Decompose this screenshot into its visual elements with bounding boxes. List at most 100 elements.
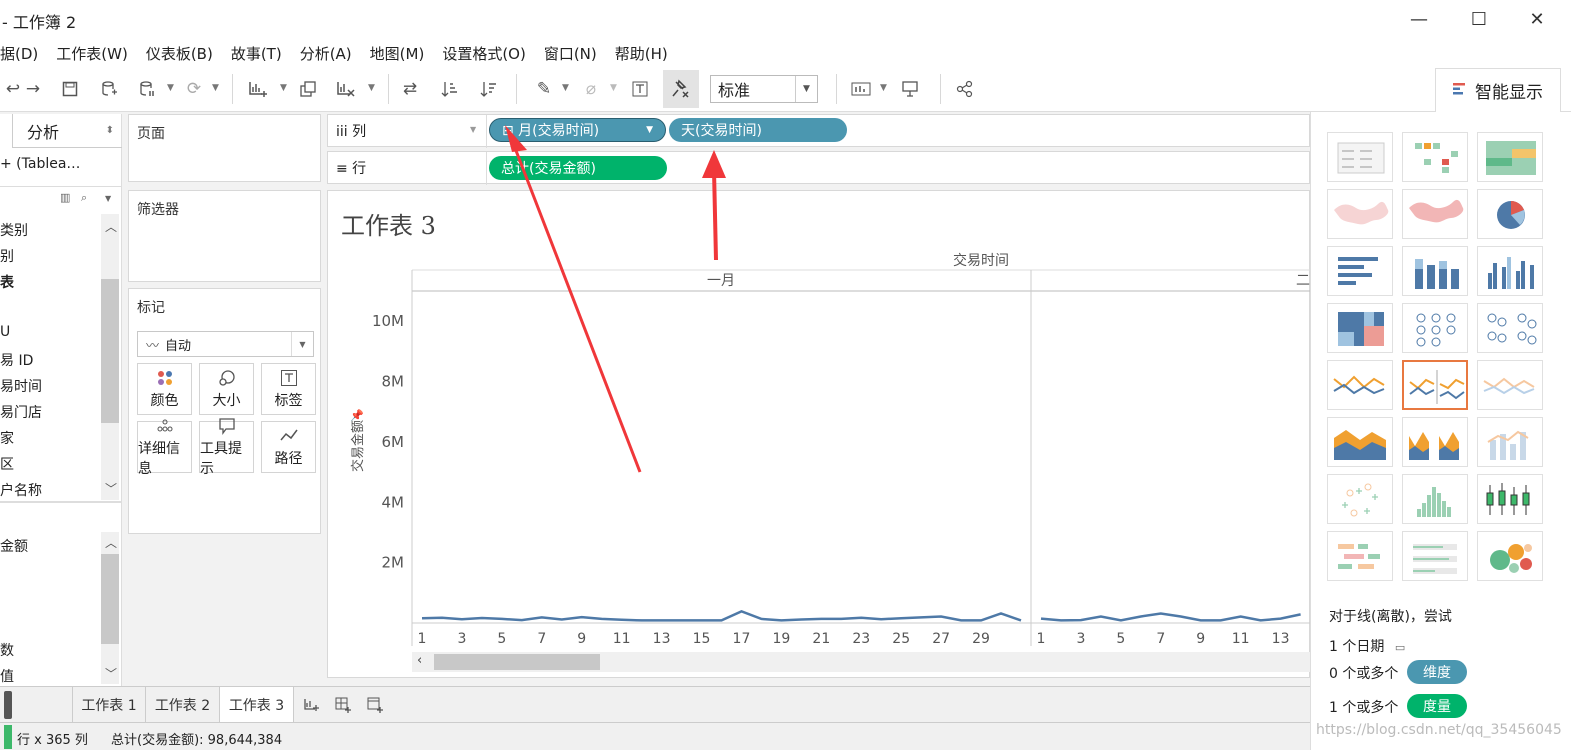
data-source-name[interactable]: + (Tablea… bbox=[0, 156, 80, 172]
column-pill-month[interactable]: ⊟ 月(交易时间) ▼ bbox=[489, 118, 666, 142]
view-list-icon[interactable]: ▥ bbox=[60, 191, 70, 204]
minimize-button[interactable]: — bbox=[1395, 5, 1443, 33]
chevron-down-icon[interactable]: ▼ bbox=[795, 76, 817, 102]
close-button[interactable]: ✕ bbox=[1513, 5, 1561, 33]
tab-worksheet-3[interactable]: 工作表 3 bbox=[220, 687, 294, 723]
show-cards-icon[interactable] bbox=[848, 76, 874, 102]
swap-rows-columns-icon[interactable]: ⇄ bbox=[397, 76, 423, 102]
dimension-field[interactable]: 区 bbox=[0, 454, 14, 474]
redo-icon[interactable]: → bbox=[20, 76, 46, 102]
highlight-icon[interactable]: ✎ bbox=[531, 76, 557, 102]
treemap-thumb[interactable] bbox=[1327, 303, 1393, 353]
dual-line-thumb[interactable] bbox=[1477, 360, 1543, 410]
show-mark-labels-icon[interactable] bbox=[627, 76, 653, 102]
dimension-field[interactable]: 易时间 bbox=[0, 376, 42, 396]
measure-field[interactable]: 数 bbox=[0, 640, 14, 660]
horizontal-bar-thumb[interactable] bbox=[1327, 246, 1393, 296]
chevron-down-icon[interactable]: ▼ bbox=[646, 125, 653, 135]
share-icon[interactable] bbox=[952, 76, 978, 102]
dimension-field[interactable]: 别 bbox=[0, 246, 14, 266]
chevron-up-icon[interactable]: ︿ bbox=[105, 534, 117, 551]
chevron-down-icon[interactable]: ▼ bbox=[105, 194, 111, 203]
path-mark-button[interactable]: 路径 bbox=[261, 421, 316, 473]
color-mark-button[interactable]: 颜色 bbox=[137, 363, 192, 415]
chevron-up-icon[interactable]: ︿ bbox=[105, 218, 117, 235]
chevron-down-icon[interactable]: ▼ bbox=[470, 125, 476, 134]
tab-worksheet-2[interactable]: 工作表 2 bbox=[146, 687, 220, 723]
chevron-down-icon[interactable]: ▼ bbox=[167, 83, 174, 93]
circle-view-thumb[interactable] bbox=[1402, 303, 1468, 353]
refresh-icon[interactable]: ⟳ bbox=[181, 76, 207, 102]
packed-bubbles-thumb[interactable] bbox=[1477, 531, 1543, 581]
presentation-mode-icon[interactable] bbox=[897, 76, 923, 102]
new-data-source-icon[interactable] bbox=[96, 76, 122, 102]
menu-map[interactable]: 地图(M) bbox=[370, 43, 425, 64]
data-source-tab-icon[interactable] bbox=[4, 691, 12, 719]
dimension-field[interactable]: 表 bbox=[0, 272, 14, 292]
rows-shelf[interactable]: ≡ 行 总计(交易金额) bbox=[327, 151, 1310, 185]
menu-dashboard[interactable]: 仪表板(B) bbox=[146, 43, 213, 64]
text-table-thumb[interactable] bbox=[1327, 132, 1393, 182]
chevron-down-icon[interactable]: ﹀ bbox=[105, 480, 117, 497]
tab-worksheet-1[interactable]: 工作表 1 bbox=[72, 687, 146, 723]
menu-help[interactable]: 帮助(H) bbox=[615, 43, 668, 64]
column-pill-day[interactable]: 天(交易时间) bbox=[669, 118, 847, 142]
measure-field[interactable]: 值 bbox=[0, 666, 14, 686]
detail-mark-button[interactable]: 详细信息 bbox=[137, 419, 192, 477]
new-story-tab-icon[interactable] bbox=[360, 687, 390, 723]
new-worksheet-icon[interactable] bbox=[245, 76, 271, 102]
area-continuous-thumb[interactable] bbox=[1327, 417, 1393, 467]
clear-sheet-icon[interactable] bbox=[333, 76, 359, 102]
dual-combination-thumb[interactable] bbox=[1477, 417, 1543, 467]
search-icon[interactable]: ⌕ bbox=[81, 191, 87, 205]
dimensions-scroll-thumb[interactable] bbox=[101, 279, 119, 423]
maximize-button[interactable]: ☐ bbox=[1455, 5, 1503, 33]
chevron-down-icon[interactable]: ▼ bbox=[212, 83, 219, 93]
line-continuous-thumb[interactable] bbox=[1327, 360, 1393, 410]
stacked-bar-thumb[interactable] bbox=[1402, 246, 1468, 296]
area-discrete-thumb[interactable] bbox=[1402, 417, 1468, 467]
gantt-chart-thumb[interactable] bbox=[1327, 531, 1393, 581]
menu-window[interactable]: 窗口(N) bbox=[544, 43, 597, 64]
mark-type-select[interactable]: 〰 自动 ▼ bbox=[137, 331, 314, 357]
dimension-field[interactable]: 类别 bbox=[0, 220, 28, 240]
duplicate-icon[interactable] bbox=[295, 76, 321, 102]
scatter-plot-thumb[interactable] bbox=[1327, 474, 1393, 524]
sort-descending-icon[interactable] bbox=[476, 76, 502, 102]
dimension-field[interactable]: 家 bbox=[0, 428, 14, 448]
menu-worksheet[interactable]: 工作表(W) bbox=[56, 43, 128, 64]
pages-card[interactable]: 页面 bbox=[128, 114, 321, 182]
measure-field[interactable]: 金额 bbox=[0, 536, 28, 556]
chevron-down-icon[interactable]: ▼ bbox=[610, 83, 617, 93]
dimension-field[interactable]: 易门店 bbox=[0, 402, 42, 422]
row-pill-sum-amount[interactable]: 总计(交易金额) bbox=[489, 156, 667, 180]
dimension-field[interactable]: 户名称 bbox=[0, 480, 42, 500]
label-mark-button[interactable]: 标签 bbox=[261, 363, 316, 415]
new-dashboard-tab-icon[interactable] bbox=[328, 687, 358, 723]
tooltip-mark-button[interactable]: 工具提示 bbox=[199, 417, 254, 477]
bullet-graph-thumb[interactable] bbox=[1402, 531, 1468, 581]
fix-axes-icon[interactable] bbox=[663, 70, 699, 108]
menu-story[interactable]: 故事(T) bbox=[231, 43, 282, 64]
chevron-down-icon[interactable]: ▼ bbox=[280, 83, 287, 93]
chevron-left-icon[interactable]: ‹ bbox=[417, 653, 422, 668]
histogram-thumb[interactable] bbox=[1402, 474, 1468, 524]
pause-updates-icon[interactable] bbox=[134, 76, 160, 102]
dimension-field[interactable]: 易 ID bbox=[0, 350, 33, 370]
filters-card[interactable]: 筛选器 bbox=[128, 190, 321, 282]
horizontal-scroll-thumb[interactable] bbox=[434, 654, 600, 670]
chevron-down-icon[interactable]: ﹀ bbox=[105, 665, 117, 682]
heat-map-thumb[interactable] bbox=[1402, 132, 1468, 182]
group-members-icon[interactable]: ⌀ bbox=[578, 76, 604, 102]
line-discrete-thumb[interactable] bbox=[1402, 360, 1468, 410]
highlight-table-thumb[interactable] bbox=[1477, 132, 1543, 182]
sort-ascending-icon[interactable] bbox=[437, 76, 463, 102]
box-plot-thumb[interactable] bbox=[1477, 474, 1543, 524]
dimension-field[interactable]: U bbox=[0, 324, 10, 340]
size-mark-button[interactable]: 大小 bbox=[199, 363, 254, 415]
chevron-down-icon[interactable]: ▼ bbox=[562, 83, 569, 93]
menu-data[interactable]: 据(D) bbox=[0, 43, 38, 64]
chevron-down-icon[interactable]: ▼ bbox=[368, 83, 375, 93]
analysis-tab[interactable]: 分析 ⬍ bbox=[12, 114, 122, 148]
show-me-tab[interactable]: 智能显示 bbox=[1435, 68, 1561, 112]
